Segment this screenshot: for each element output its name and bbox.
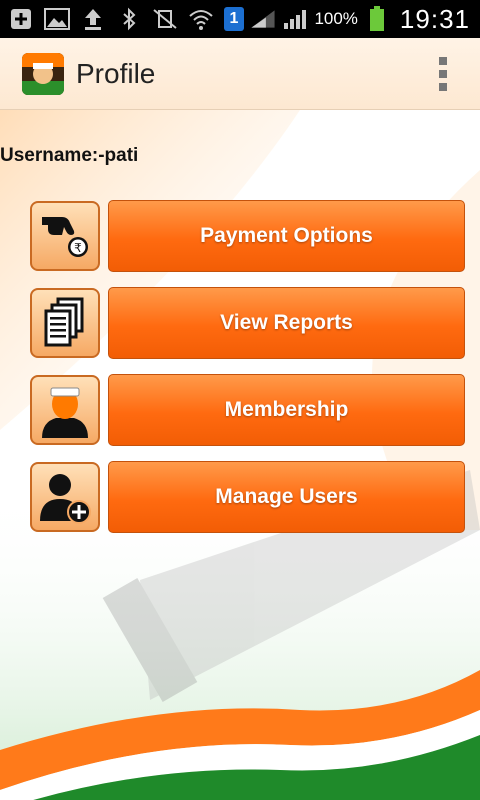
view-reports-button[interactable]: View Reports <box>108 287 465 359</box>
bluetooth-icon <box>116 6 142 32</box>
battery-icon <box>364 6 390 32</box>
clock: 19:31 <box>399 3 470 34</box>
hand-coin-rupee-icon[interactable]: ₹ <box>30 201 100 271</box>
sim-slot-badge: 1 <box>224 7 244 31</box>
battery-percent: 100% <box>314 9 358 28</box>
add-user-icon[interactable] <box>30 462 100 532</box>
signal-strength-2-icon <box>282 6 308 32</box>
wifi-icon <box>188 6 214 32</box>
status-bar: 1 100% 19:31 <box>0 0 480 38</box>
membership-button[interactable]: Membership <box>108 374 465 446</box>
signal-strength-icon <box>250 6 276 32</box>
overflow-menu-icon[interactable] <box>436 56 450 91</box>
app-logo-icon[interactable] <box>22 52 64 95</box>
svg-text:₹: ₹ <box>74 241 82 255</box>
documents-icon[interactable] <box>30 288 100 358</box>
add-notification-icon <box>8 6 34 32</box>
menu-row-view-reports: View Reports <box>30 287 466 359</box>
menu-row-manage-users: Manage Users <box>30 461 466 533</box>
username-label: Username:-pati <box>0 145 139 166</box>
menu-row-membership: Membership <box>30 374 466 446</box>
member-person-icon[interactable] <box>30 375 100 445</box>
action-bar: Profile <box>0 38 480 110</box>
page-title: Profile <box>76 57 156 89</box>
image-notification-icon <box>44 6 70 32</box>
menu-row-payment-options: ₹ Payment Options <box>30 200 466 272</box>
profile-menu: ₹ Payment Options View Reports Membershi… <box>30 200 466 548</box>
manage-users-button[interactable]: Manage Users <box>108 461 465 533</box>
upload-icon <box>80 6 106 32</box>
vibrate-mute-icon <box>152 6 178 32</box>
payment-options-button[interactable]: Payment Options <box>108 200 465 272</box>
